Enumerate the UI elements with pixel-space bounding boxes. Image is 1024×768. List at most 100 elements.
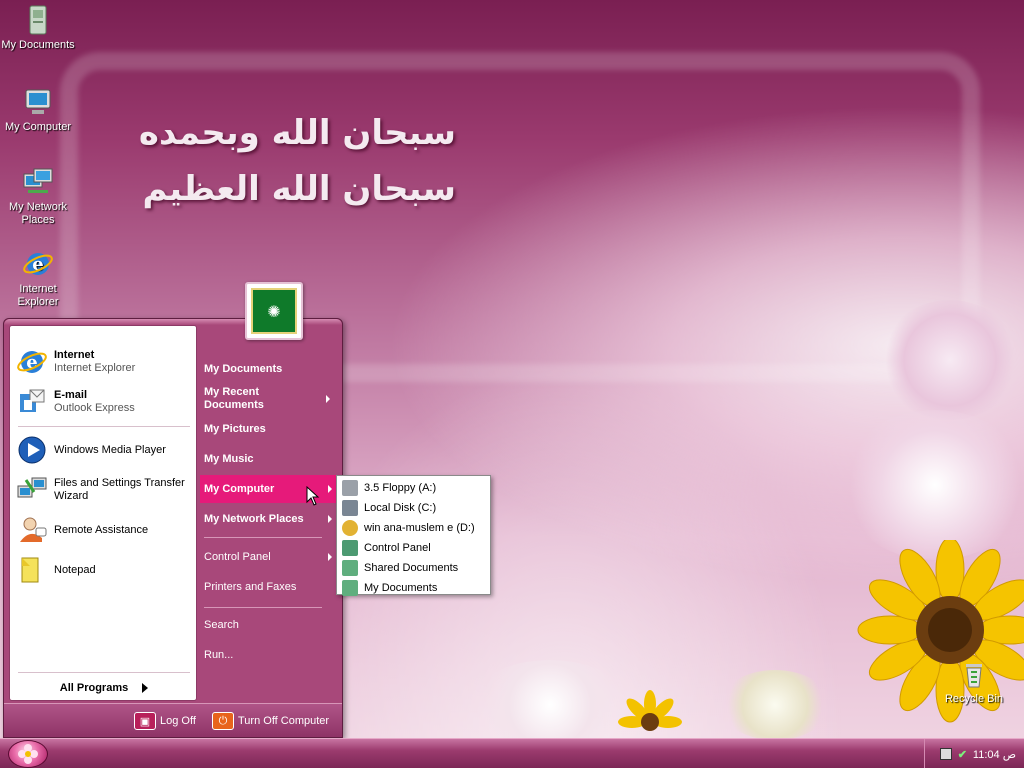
computer-icon xyxy=(22,86,54,118)
submenu-arrow-icon xyxy=(328,485,332,493)
menu-label: Run... xyxy=(204,648,234,661)
small-sunflower-decoration xyxy=(618,690,682,731)
blossom-decoration xyxy=(840,410,1024,560)
submenu-arrow-icon xyxy=(328,553,332,561)
all-programs-label: All Programs xyxy=(59,682,129,694)
recent-label: Notepad xyxy=(54,563,96,576)
desktop-icon-my-documents[interactable]: My Documents xyxy=(0,4,76,52)
mouse-cursor-icon xyxy=(306,486,320,506)
menu-search[interactable]: Search xyxy=(200,611,340,639)
menu-my-recent-documents[interactable]: My Recent Documents xyxy=(200,383,338,415)
recent-remote-assistance[interactable]: Remote Assistance xyxy=(16,512,192,548)
security-tray-icon[interactable]: ✔ xyxy=(958,748,967,761)
all-programs-button[interactable]: All Programs xyxy=(16,678,192,698)
menu-run[interactable]: Run... xyxy=(200,641,340,669)
clock[interactable]: 11:04 ص xyxy=(973,748,1016,761)
calligraphy-avatar-icon: ✺ xyxy=(251,288,297,334)
desktop-icon-label: My Documents xyxy=(1,39,75,51)
menu-my-network-places[interactable]: My Network Places xyxy=(200,505,340,533)
pinned-subtitle: Outlook Express xyxy=(54,402,135,414)
taskbar: ✔ 11:04 ص xyxy=(0,738,1024,768)
notepad-icon xyxy=(16,554,48,586)
camera-tray-icon[interactable] xyxy=(939,748,952,760)
my-computer-submenu: 3.5 Floppy (A:) Local Disk (C:) win ana-… xyxy=(336,475,491,598)
recent-notepad[interactable]: Notepad xyxy=(16,552,192,588)
cd-drive-icon xyxy=(342,520,358,536)
recent-windows-media-player[interactable]: Windows Media Player xyxy=(16,432,192,468)
start-menu: ✺ e Internet Internet Explorer E-mail Ou… xyxy=(3,282,343,738)
submenu-label: win ana-muslem e (D:) xyxy=(364,522,475,534)
desktop-icon-label: Internet Explorer xyxy=(17,283,59,308)
all-programs-separator xyxy=(18,672,190,673)
submenu-label: Control Panel xyxy=(364,542,431,554)
submenu-shared-documents[interactable]: Shared Documents xyxy=(337,558,490,578)
menu-label: My Recent Documents xyxy=(204,386,264,411)
transfer-wizard-icon xyxy=(16,474,48,506)
desktop-icon-my-network-places[interactable]: My Network Places xyxy=(0,166,76,227)
lock-icon: ▣ xyxy=(134,712,156,730)
turn-off-label: Turn Off Computer xyxy=(238,715,330,727)
wallpaper-calligraphy: سبحان الله وبحمده سبحان الله العظيم xyxy=(96,105,456,217)
submenu-label: Shared Documents xyxy=(364,562,459,574)
system-tray: ✔ 11:04 ص xyxy=(924,739,1024,768)
menu-my-pictures[interactable]: My Pictures xyxy=(200,415,340,443)
desktop-icon-label: My Computer xyxy=(4,121,72,133)
pinned-email[interactable]: E-mail Outlook Express xyxy=(16,384,192,420)
submenu-label: Local Disk (C:) xyxy=(364,502,437,514)
recycle-bin-icon xyxy=(958,658,990,690)
wallpaper-text-line1: سبحان الله وبحمده xyxy=(138,113,456,153)
arrow-right-icon xyxy=(142,683,149,693)
menu-label: My Computer xyxy=(204,482,275,495)
recent-label: Remote Assistance xyxy=(54,523,149,536)
wallpaper-text-line2: سبحان الله العظيم xyxy=(142,169,456,209)
menu-my-music[interactable]: My Music xyxy=(200,445,340,473)
submenu-floppy[interactable]: 3.5 Floppy (A:) xyxy=(337,478,490,498)
blossom-decoration xyxy=(470,660,630,750)
control-panel-icon xyxy=(342,540,358,556)
folder-icon xyxy=(342,580,358,596)
menu-label: My Music xyxy=(204,452,254,465)
submenu-local-disk[interactable]: Local Disk (C:) xyxy=(337,498,490,518)
pinned-title: Internet xyxy=(54,349,95,361)
desktop-icon-label: My Network Places xyxy=(8,201,68,226)
internet-explorer-icon: e xyxy=(16,346,48,378)
submenu-label: My Documents xyxy=(364,582,438,594)
recent-transfer-wizard[interactable]: Files and Settings Transfer Wizard xyxy=(16,472,192,508)
menu-label: Control Panel xyxy=(204,550,271,563)
desktop-icon-my-computer[interactable]: My Computer xyxy=(0,86,76,134)
blossom-decoration xyxy=(880,300,1020,420)
menu-printers-and-faxes[interactable]: Printers and Faxes xyxy=(200,573,340,601)
desktop-icon-recycle-bin[interactable]: Recycle Bin xyxy=(936,658,1012,706)
flower-start-icon xyxy=(18,744,38,764)
menu-label: My Documents xyxy=(204,362,283,375)
submenu-my-documents[interactable]: My Documents xyxy=(337,578,490,598)
menu-control-panel[interactable]: Control Panel xyxy=(200,543,340,571)
recent-label: Windows Media Player xyxy=(54,443,166,456)
submenu-arrow-icon xyxy=(328,515,332,523)
pinned-subtitle: Internet Explorer xyxy=(54,362,136,374)
menu-label: Search xyxy=(204,618,239,631)
internet-explorer-icon: e xyxy=(22,248,54,280)
folder-icon xyxy=(342,560,358,576)
menu-my-documents[interactable]: My Documents xyxy=(200,355,340,383)
folder-documents-icon xyxy=(22,4,54,36)
log-off-button[interactable]: ▣ Log Off xyxy=(134,712,196,730)
menu-label: Printers and Faxes xyxy=(204,580,297,593)
submenu-control-panel[interactable]: Control Panel xyxy=(337,538,490,558)
start-button[interactable] xyxy=(8,740,48,768)
pinned-internet[interactable]: e Internet Internet Explorer xyxy=(16,344,192,380)
user-avatar[interactable]: ✺ xyxy=(245,282,303,340)
desktop-icon-label: Recycle Bin xyxy=(944,693,1004,705)
submenu-label: 3.5 Floppy (A:) xyxy=(364,482,437,494)
submenu-arrow-icon xyxy=(326,395,330,403)
submenu-drive-d[interactable]: win ana-muslem e (D:) xyxy=(337,518,490,538)
remote-assistance-icon xyxy=(16,514,48,546)
pinned-separator xyxy=(18,426,190,427)
power-icon: ⏻ xyxy=(212,712,234,730)
start-menu-footer: ▣ Log Off ⏻ Turn Off Computer xyxy=(4,703,342,737)
desktop-icon-internet-explorer[interactable]: e Internet Explorer xyxy=(0,248,76,309)
start-menu-left-pane: e Internet Internet Explorer E-mail Outl… xyxy=(9,325,197,701)
network-icon xyxy=(22,166,54,198)
media-player-icon xyxy=(16,434,48,466)
turn-off-button[interactable]: ⏻ Turn Off Computer xyxy=(212,712,329,730)
